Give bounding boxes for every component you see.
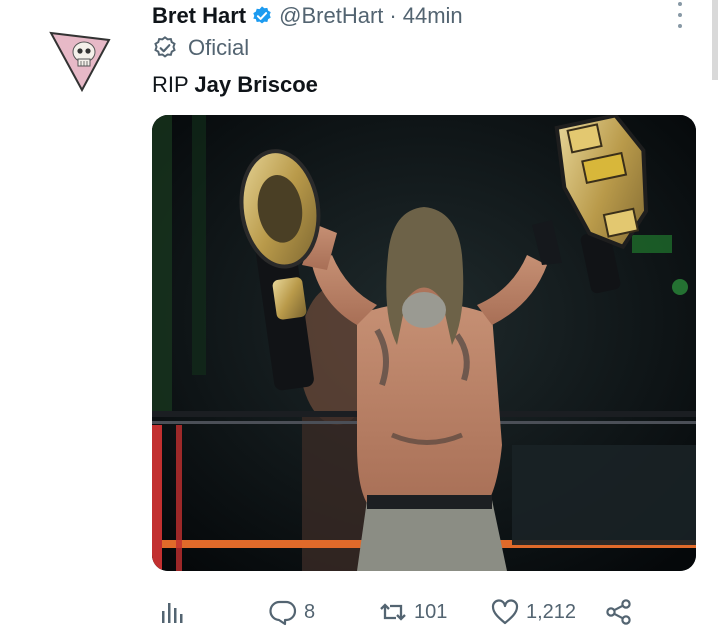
retweet-icon: [380, 603, 406, 621]
verified-icon: [251, 5, 273, 27]
tweet-header: Bret Hart @BretHart · 44min: [152, 2, 463, 30]
retweet-button[interactable]: 101: [378, 592, 447, 632]
avatar[interactable]: [48, 30, 112, 94]
like-count: 1,212: [526, 600, 577, 623]
analytics-button[interactable]: [158, 592, 188, 632]
share-icon: [606, 599, 631, 625]
reply-button[interactable]: 8: [268, 592, 315, 632]
more-icon[interactable]: [672, 0, 688, 28]
author-handle[interactable]: @BretHart: [279, 3, 383, 29]
tweet-media[interactable]: [152, 115, 696, 571]
timestamp[interactable]: 44min: [403, 3, 463, 29]
scrollbar[interactable]: [712, 0, 718, 80]
tweet-text-prefix: RIP: [152, 72, 195, 97]
badge-label: Oficial: [188, 35, 250, 60]
reply-count: 8: [304, 600, 316, 623]
separator-dot: ·: [389, 3, 397, 28]
author-name[interactable]: Bret Hart: [152, 3, 246, 29]
analytics-icon: [162, 603, 183, 623]
tweet-text: RIP Jay Briscoe: [152, 72, 318, 98]
official-badge-icon: [154, 36, 176, 58]
action-bar: 8 101 1,212: [152, 592, 652, 632]
official-badge: Oficial: [152, 34, 249, 62]
reply-icon: [269, 600, 297, 626]
retweet-count: 101: [414, 600, 448, 623]
share-button[interactable]: [604, 592, 634, 632]
tweet-text-bold: Jay Briscoe: [194, 72, 318, 97]
like-icon: [491, 599, 519, 625]
like-button[interactable]: 1,212: [490, 592, 576, 632]
